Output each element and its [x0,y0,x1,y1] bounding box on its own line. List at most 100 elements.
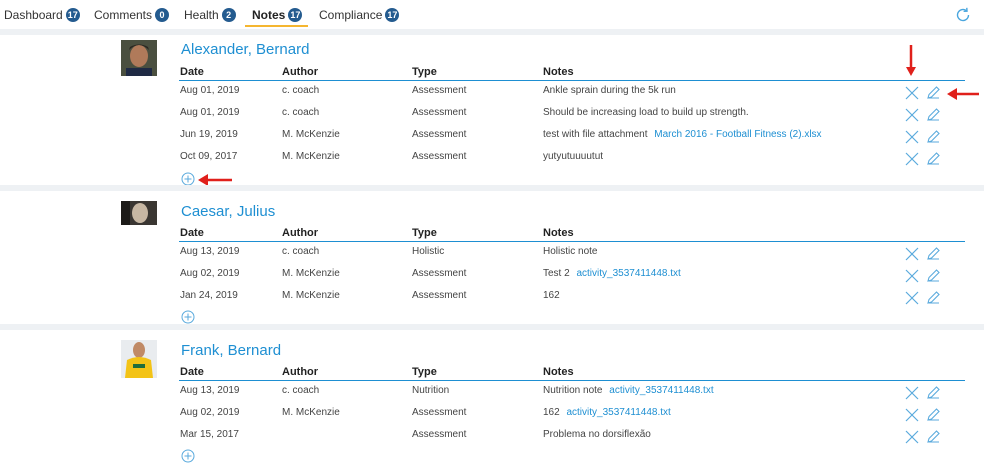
annotation-arrow-left [947,88,979,100]
pencil-icon[interactable] [926,86,940,100]
pencil-icon[interactable] [926,108,940,122]
attachment-link[interactable]: activity_3537411448.txt [609,385,713,396]
column-header-notes: Notes [543,227,574,239]
note-date: Oct 09, 2017 [180,151,238,162]
close-icon[interactable] [905,408,919,422]
athlete-section: Alexander, Bernard Date Author Type Note… [0,35,984,186]
close-icon[interactable] [905,291,919,305]
column-header-author: Author [282,366,319,378]
athlete-section: Frank, Bernard Date Author Type Notes Au… [0,330,984,463]
athlete-name[interactable]: Frank, Bernard [181,342,281,359]
plus-circle-icon[interactable] [181,449,195,463]
column-header-author: Author [282,66,319,78]
note-text: test with file attachment [543,129,648,140]
column-header-type: Type [412,227,437,239]
avatar [121,340,157,378]
tab-health[interactable]: Health 2 [184,4,236,26]
note-text: Nutrition note [543,385,603,396]
plus-circle-icon[interactable] [181,310,195,324]
column-header-type: Type [412,66,437,78]
note-type: Holistic [412,246,445,257]
close-icon[interactable] [905,152,919,166]
note-date: Aug 13, 2019 [180,385,240,396]
note-type: Assessment [412,85,467,96]
header-rule [179,241,965,242]
refresh-icon[interactable] [954,6,972,24]
tab-bar: Dashboard 17 Comments 0 Health 2 Notes 1… [0,0,984,29]
note-type: Nutrition [412,385,450,396]
column-header-type: Type [412,366,437,378]
note-cell: Test 2 activity_3537411448.txt [543,268,681,279]
note-text: Test 2 [543,268,570,279]
count-badge: 17 [385,8,400,22]
tab-compliance[interactable]: Compliance 17 [319,4,400,26]
note-author: c. coach [282,85,320,96]
note-date: Jun 19, 2019 [180,129,238,140]
note-text: Should be increasing load to build up st… [543,107,749,118]
note-type: Assessment [412,129,467,140]
close-icon[interactable] [905,108,919,122]
attachment-link[interactable]: activity_3537411448.txt [576,268,680,279]
note-date: Aug 02, 2019 [180,268,240,279]
note-cell: 162 activity_3537411448.txt [543,407,671,418]
column-header-notes: Notes [543,66,574,78]
note-text: Problema no dorsiflexão [543,429,651,440]
tab-notes[interactable]: Notes 17 [252,4,303,26]
close-icon[interactable] [905,247,919,261]
annotation-arrow-down [906,45,916,76]
note-date: Mar 15, 2017 [180,429,239,440]
count-badge: 2 [221,8,236,22]
pencil-icon[interactable] [926,386,940,400]
note-type: Assessment [412,107,467,118]
note-text: Holistic note [543,246,598,257]
pencil-icon[interactable] [926,130,940,144]
pencil-icon[interactable] [926,408,940,422]
pencil-icon[interactable] [926,269,940,283]
column-header-author: Author [282,227,319,239]
note-type: Assessment [412,407,467,418]
note-cell: test with file attachment March 2016 - F… [543,129,822,140]
avatar [121,40,157,76]
note-text: 162 [543,290,560,301]
note-author: M. McKenzie [282,290,340,301]
note-cell: Nutrition note activity_3537411448.txt [543,385,714,396]
tab-label: Dashboard [4,8,63,22]
avatar [121,201,157,225]
note-date: Aug 02, 2019 [180,407,240,418]
attachment-link[interactable]: activity_3537411448.txt [566,407,670,418]
close-icon[interactable] [905,130,919,144]
note-author: c. coach [282,107,320,118]
pencil-icon[interactable] [926,430,940,444]
note-type: Assessment [412,290,467,301]
column-header-date: Date [180,366,204,378]
attachment-link[interactable]: March 2016 - Football Fitness (2).xlsx [654,129,821,140]
note-author: M. McKenzie [282,129,340,140]
close-icon[interactable] [905,86,919,100]
note-date: Jan 24, 2019 [180,290,238,301]
count-badge: 17 [65,8,80,22]
note-author: M. McKenzie [282,151,340,162]
note-author: c. coach [282,385,320,396]
tab-comments[interactable]: Comments 0 [94,4,170,26]
close-icon[interactable] [905,386,919,400]
athlete-name[interactable]: Alexander, Bernard [181,41,309,58]
close-icon[interactable] [905,430,919,444]
athlete-section: Caesar, Julius Date Author Type Notes Au… [0,191,984,324]
note-date: Aug 01, 2019 [180,107,240,118]
count-badge: 17 [288,8,303,22]
note-type: Assessment [412,429,467,440]
close-icon[interactable] [905,269,919,283]
note-type: Assessment [412,151,467,162]
tab-dashboard[interactable]: Dashboard 17 [4,4,80,26]
pencil-icon[interactable] [926,247,940,261]
column-header-date: Date [180,227,204,239]
active-tab-indicator [245,25,308,27]
athlete-name[interactable]: Caesar, Julius [181,203,275,220]
pencil-icon[interactable] [926,291,940,305]
plus-circle-icon[interactable] [181,172,195,186]
note-author: M. McKenzie [282,407,340,418]
tab-label: Notes [252,8,286,22]
note-text: Ankle sprain during the 5k run [543,85,676,96]
pencil-icon[interactable] [926,152,940,166]
column-header-notes: Notes [543,366,574,378]
